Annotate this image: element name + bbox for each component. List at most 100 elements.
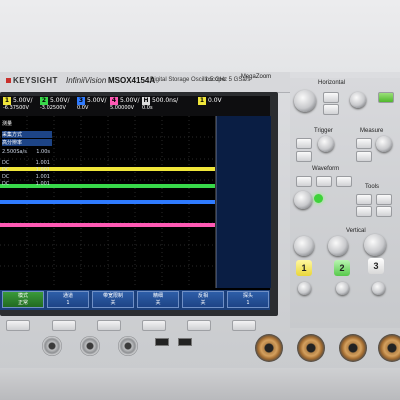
- softkey-fine[interactable]: 精细关: [137, 291, 179, 308]
- measure-value: 1.001: [35, 160, 50, 166]
- channel-3-input[interactable]: [339, 334, 367, 362]
- channel-1-input[interactable]: [255, 334, 283, 362]
- horizontal-position-knob[interactable]: [350, 92, 366, 108]
- brand-logo: KEYSIGHT: [6, 76, 58, 85]
- front-softkey-6[interactable]: [232, 320, 256, 331]
- channel-3-scale: 5.00V/: [87, 97, 107, 104]
- cursors-button[interactable]: [356, 138, 372, 149]
- trigger-level: 0.0V: [208, 97, 222, 104]
- front-softkey-5[interactable]: [187, 320, 211, 331]
- trigger-level-knob[interactable]: [318, 136, 334, 152]
- quick-action-button[interactable]: [356, 206, 372, 217]
- channel-1-button[interactable]: 1: [296, 260, 312, 276]
- front-softkey-3[interactable]: [97, 320, 121, 331]
- channel-4-info[interactable]: 4 5.00V/ 5.00000V: [110, 97, 140, 115]
- cursor-knob[interactable]: [376, 136, 392, 152]
- usb-port-icon[interactable]: [155, 338, 169, 346]
- softkey-value: 1: [66, 300, 70, 306]
- brand-mark-icon: [6, 78, 11, 84]
- channel-1-badge: 1: [3, 97, 11, 105]
- measure-value: 1.001: [35, 181, 50, 187]
- measure-section-label: Measure: [360, 128, 384, 134]
- softkey-probe[interactable]: 探头 1: [227, 291, 269, 308]
- ch1-scale-knob[interactable]: [294, 236, 314, 256]
- sample-time: 1.00s: [36, 149, 50, 155]
- softkey-value: 关: [155, 300, 161, 306]
- ch3-position-knob[interactable]: [372, 282, 385, 295]
- softkey-label: 探头: [242, 293, 253, 299]
- channel-2-offset: -3.02500V: [40, 105, 66, 111]
- softkey-mode[interactable]: 模式 正常: [2, 291, 44, 308]
- softkey-invert[interactable]: 反相关: [182, 291, 224, 308]
- channel-2-button[interactable]: 2: [334, 260, 350, 276]
- channel-1-scale: 5.00V/: [13, 97, 33, 104]
- acquire-button[interactable]: [296, 176, 312, 187]
- ch2-scale-knob[interactable]: [328, 236, 348, 256]
- channel-4-badge: 4: [110, 97, 118, 105]
- meas-button[interactable]: [356, 151, 372, 162]
- measure-value: 1.001: [35, 174, 50, 180]
- front-softkey-2[interactable]: [52, 320, 76, 331]
- brand-text: KEYSIGHT: [13, 76, 58, 85]
- softkey-value: 正常: [17, 300, 28, 306]
- channel-2-trace: [0, 184, 215, 188]
- trigger-button[interactable]: [296, 138, 312, 149]
- timebase-scale: 500.0ns/: [152, 97, 179, 104]
- acquire-mode-label: 采集方式: [2, 131, 52, 138]
- horiz-button[interactable]: [323, 92, 339, 103]
- aux-connector[interactable]: [42, 336, 62, 356]
- softkey-channel[interactable]: 通道 1: [47, 291, 89, 308]
- ch1-position-knob[interactable]: [298, 282, 311, 295]
- measure-label: DC: [2, 174, 10, 180]
- softkey-label: 通道: [62, 293, 73, 299]
- horizontal-scale-knob[interactable]: [294, 90, 316, 112]
- channel-3-info[interactable]: 3 5.00V/ 0.0V: [77, 97, 107, 115]
- bench-surface: [0, 368, 400, 400]
- display-button[interactable]: [316, 176, 332, 187]
- model-number: MSOX4154A: [108, 76, 156, 85]
- trigger-channel-badge: 1: [198, 97, 206, 105]
- softkey-label: 精细: [152, 293, 163, 299]
- channel-4-input[interactable]: [378, 334, 400, 362]
- softkey-bw-limit[interactable]: 带宽限制关: [92, 291, 134, 308]
- help-button[interactable]: [376, 194, 392, 205]
- channel-1-info[interactable]: 1 5.00V/ -6.37500V: [3, 97, 33, 115]
- force-trigger-button[interactable]: [296, 151, 312, 162]
- waveform-section-label: Waveform: [312, 166, 340, 172]
- timebase-delay: 0.0s: [142, 105, 153, 111]
- ch3-scale-knob[interactable]: [364, 234, 386, 256]
- panel-title: 测量: [2, 121, 13, 127]
- front-softkey-1[interactable]: [6, 320, 30, 331]
- softkey-value: 关: [110, 300, 116, 306]
- save-button[interactable]: [336, 176, 352, 187]
- measurement-panel: [216, 116, 271, 288]
- trigger-info[interactable]: 1 0.0V: [198, 97, 222, 115]
- utility-button[interactable]: [356, 194, 372, 205]
- front-softkey-4[interactable]: [142, 320, 166, 331]
- channel-3-button[interactable]: 3: [368, 258, 384, 274]
- ch2-position-knob[interactable]: [336, 282, 349, 295]
- softkey-label: 带宽限制: [102, 293, 123, 299]
- usb-port-icon[interactable]: [178, 338, 192, 346]
- megazoom-badge: MegaZoom: [240, 74, 272, 80]
- aux-connector[interactable]: [80, 336, 100, 356]
- channel-2-badge: 2: [40, 97, 48, 105]
- analyze-button[interactable]: [376, 206, 392, 217]
- channel-2-input[interactable]: [297, 334, 325, 362]
- vertical-section-label: Vertical: [346, 228, 366, 234]
- channel-2-info[interactable]: 2 5.00V/ -3.02500V: [40, 97, 70, 115]
- softkey-label: 反相: [197, 293, 208, 299]
- channel-4-scale: 5.00V/: [120, 97, 140, 104]
- timebase-info[interactable]: H 500.0ns/ 0.0s: [142, 97, 178, 115]
- model-name: InfiniiVision: [66, 76, 107, 85]
- power-indicator-icon: [314, 194, 323, 203]
- search-button[interactable]: [323, 104, 339, 115]
- softkey-menu: 模式 正常 通道 1 带宽限制关 精细关 反相关 探头 1: [0, 290, 270, 310]
- run-stop-button[interactable]: [378, 92, 394, 103]
- aux-connector[interactable]: [118, 336, 138, 356]
- entry-knob[interactable]: [294, 191, 312, 209]
- channel-2-scale: 5.00V/: [50, 97, 70, 104]
- channel-1-trace: [0, 167, 215, 171]
- channel-1-offset: -6.37500V: [3, 105, 29, 111]
- tools-section-label: Tools: [365, 184, 380, 190]
